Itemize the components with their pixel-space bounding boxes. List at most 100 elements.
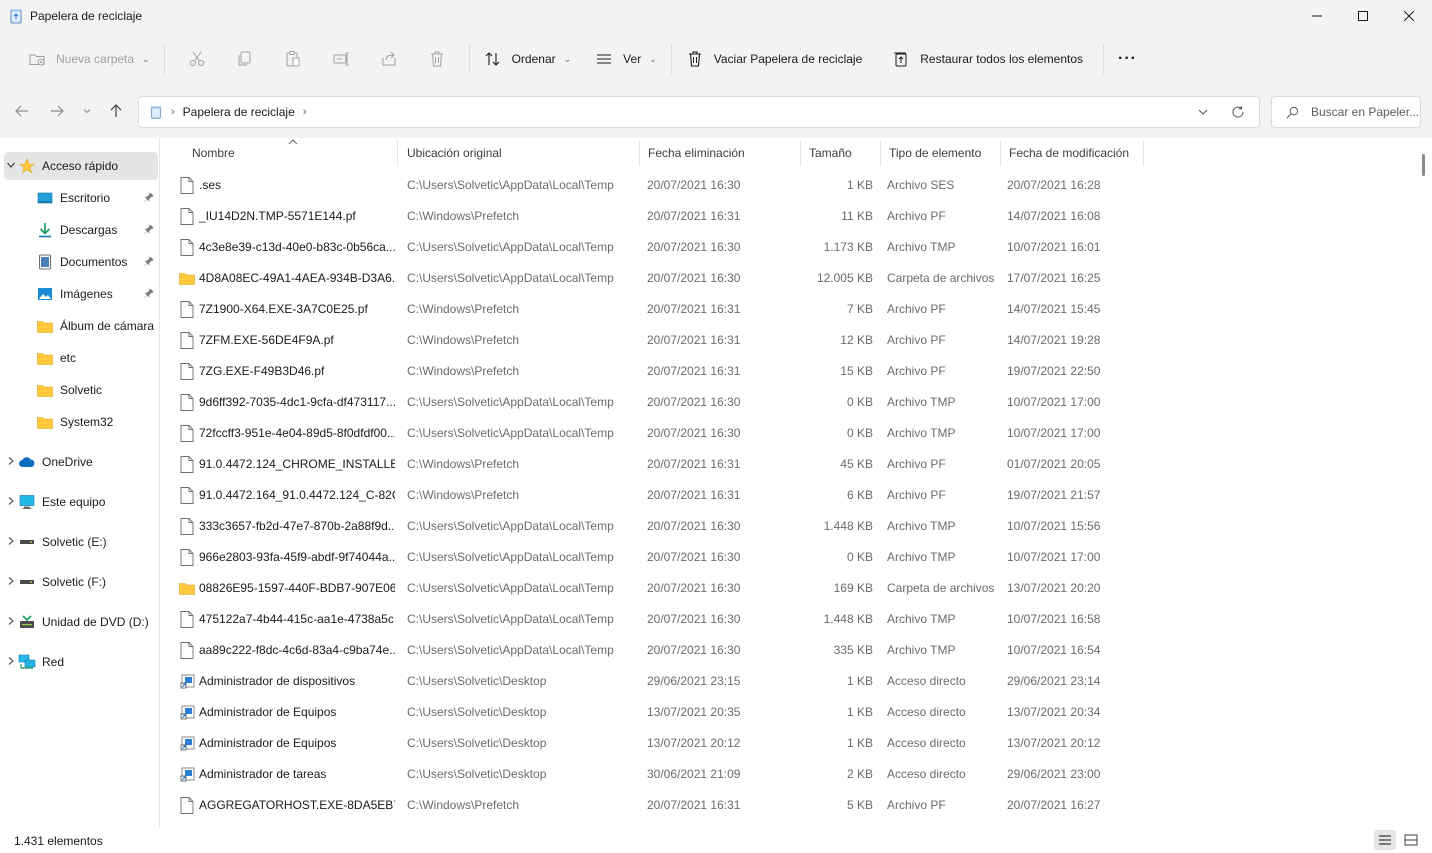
breadcrumb-recycle-bin[interactable]: Papelera de reciclaje: [183, 105, 295, 119]
more-options-button[interactable]: ···: [1112, 43, 1143, 75]
minimize-button[interactable]: [1294, 0, 1340, 32]
date-deleted: 20/07/2021 16:31: [647, 798, 741, 812]
new-folder-button[interactable]: Nueva carpeta ⌄: [22, 43, 156, 75]
back-button[interactable]: [11, 100, 33, 122]
chevron-right-icon[interactable]: [4, 456, 18, 469]
recycle-bin-icon: [10, 9, 22, 24]
sidebar-item-solvetic[interactable]: Solvetic: [4, 376, 158, 404]
document-icon: [36, 254, 54, 270]
scrollbar-thumb[interactable]: [1422, 154, 1425, 176]
empty-recycle-bin-button[interactable]: Vaciar Papelera de reciclaje: [680, 43, 869, 75]
original-location: C:\Windows\Prefetch: [407, 364, 520, 378]
delete-button[interactable]: [413, 43, 461, 75]
search-input[interactable]: Buscar en Papeler...: [1271, 96, 1421, 128]
table-row[interactable]: 91.0.4472.164_91.0.4472.124_C-82C... C:\W…: [160, 480, 1160, 511]
table-row[interactable]: aa89c222-f8dc-4c6d-83a4-c9ba74e... C:\Use…: [160, 635, 1160, 666]
table-row[interactable]: 7ZFM.EXE-56DE4F9A.pf C:\Windows\Prefetch 2…: [160, 325, 1160, 356]
sort-button[interactable]: Ordenar ⌄: [478, 43, 578, 75]
sidebar-item-desktop[interactable]: Escritorio: [4, 184, 158, 212]
breadcrumb-chevron-icon[interactable]: ›: [303, 106, 307, 118]
chevron-down-icon: [83, 109, 91, 114]
column-header-date-modified[interactable]: Fecha de modificación: [1001, 140, 1144, 166]
sidebar-item-system32[interactable]: System32: [4, 408, 158, 436]
share-button[interactable]: [365, 43, 413, 75]
chevron-right-icon[interactable]: [4, 536, 18, 549]
address-bar[interactable]: › Papelera de reciclaje ›: [138, 96, 1260, 128]
table-row[interactable]: .ses C:\Users\Solvetic\AppData\Local\Temp…: [160, 170, 1160, 201]
sidebar-item-documents[interactable]: Documentos: [4, 248, 158, 276]
table-row[interactable]: 91.0.4472.124_CHROME_INSTALLE-... C:\Wind…: [160, 449, 1160, 480]
refresh-button[interactable]: [1231, 105, 1245, 122]
arrow-right-icon: [51, 105, 64, 117]
tiles-view-icon: [1404, 834, 1418, 846]
table-row[interactable]: _IU14D2N.TMP-5571E144.pf C:\Windows\Prefe…: [160, 201, 1160, 232]
sidebar-item-this-pc[interactable]: Este equipo: [4, 488, 158, 516]
table-row[interactable]: 7Z1900-X64.EXE-3A7C0E25.pf C:\Windows\Pre…: [160, 294, 1160, 325]
date-modified: 14/07/2021 19:28: [1007, 333, 1101, 347]
column-header-label: Tamaño: [809, 146, 852, 160]
item-type: Archivo TMP: [887, 643, 956, 657]
sidebar-item-onedrive[interactable]: OneDrive: [4, 448, 158, 476]
forward-button[interactable]: [46, 100, 68, 122]
chevron-down-icon[interactable]: [4, 160, 18, 173]
table-row[interactable]: Administrador de dispositivos C:\Users\So…: [160, 666, 1160, 697]
date-modified: 10/07/2021 17:00: [1007, 426, 1101, 440]
chevron-right-icon[interactable]: [4, 656, 18, 669]
sidebar-item-downloads[interactable]: Descargas: [4, 216, 158, 244]
restore-all-button[interactable]: Restaurar todos los elementos: [886, 43, 1089, 75]
star-icon: [18, 158, 36, 174]
address-dropdown-button[interactable]: [1197, 106, 1209, 121]
recent-locations-button[interactable]: [77, 100, 97, 122]
copy-button[interactable]: [221, 43, 269, 75]
sidebar-item-drive-f[interactable]: Solvetic (F:): [4, 568, 158, 596]
table-row[interactable]: 4c3e8e39-c13d-40e0-b83c-0b56ca... C:\User…: [160, 232, 1160, 263]
table-row[interactable]: 9d6ff392-7035-4dc1-9cfa-df473117... C:\Us…: [160, 387, 1160, 418]
table-row[interactable]: 333c3657-fb2d-47e7-870b-2a88f9d... C:\Use…: [160, 511, 1160, 542]
cut-button[interactable]: [173, 43, 221, 75]
item-type: Acceso directo: [887, 767, 966, 781]
table-row[interactable]: 08826E95-1597-440F-BDB7-907E06... C:\User…: [160, 573, 1160, 604]
toolbar-separator: [670, 44, 672, 74]
sidebar-item-dvd-drive[interactable]: Unidad de DVD (D:): [4, 608, 158, 636]
chevron-right-icon[interactable]: [4, 576, 18, 589]
sidebar-item-camera-roll[interactable]: Álbum de cámara: [4, 312, 158, 340]
maximize-button[interactable]: [1340, 0, 1386, 32]
table-row[interactable]: Administrador de Equipos C:\Users\Solveti…: [160, 728, 1160, 759]
up-button[interactable]: [105, 100, 127, 122]
table-row[interactable]: Administrador de Equipos C:\Users\Solveti…: [160, 697, 1160, 728]
tiles-view-button[interactable]: [1400, 830, 1422, 850]
table-row[interactable]: AGGREGATORHOST.EXE-8DA5EB72... C:\Windows…: [160, 790, 1160, 821]
column-header-item-type[interactable]: Tipo de elemento: [881, 140, 1001, 166]
table-row[interactable]: 4D8A08EC-49A1-4AEA-934B-D3A6... C:\Users\…: [160, 263, 1160, 294]
table-row[interactable]: 966e2803-93fa-45f9-abdf-9f74044a... C:\Us…: [160, 542, 1160, 573]
column-header-original-location[interactable]: Ubicación original: [399, 140, 640, 166]
table-row[interactable]: 475122a7-4b44-415c-aa1e-4738a5c... C:\Use…: [160, 604, 1160, 635]
sidebar-item-network[interactable]: Red: [4, 648, 158, 676]
table-row[interactable]: 7ZG.EXE-F49B3D46.pf C:\Windows\Prefetch 20…: [160, 356, 1160, 387]
column-header-date-deleted[interactable]: Fecha eliminación: [640, 140, 801, 166]
details-view-button[interactable]: [1374, 830, 1396, 850]
table-row[interactable]: Administrador de tareas C:\Users\Solvetic…: [160, 759, 1160, 790]
sidebar-item-pictures[interactable]: Imágenes: [4, 280, 158, 308]
arrow-left-icon: [15, 105, 28, 117]
paste-icon: [286, 51, 300, 67]
date-deleted: 20/07/2021 16:30: [647, 643, 741, 657]
computer-icon: [18, 494, 36, 510]
toolbar-separator: [1103, 44, 1105, 74]
view-button[interactable]: Ver ⌄: [589, 43, 663, 75]
sidebar-item-drive-e[interactable]: Solvetic (E:): [4, 528, 158, 556]
chevron-right-icon[interactable]: [4, 616, 18, 629]
chevron-right-icon[interactable]: [4, 496, 18, 509]
file-name: 08826E95-1597-440F-BDB7-907E06...: [199, 581, 395, 595]
date-modified: 29/06/2021 23:00: [1007, 767, 1101, 781]
rename-button[interactable]: [317, 43, 365, 75]
table-row[interactable]: 72fccff3-951e-4e04-89d5-8f0dfdf00... C:\U…: [160, 418, 1160, 449]
column-header-name[interactable]: Nombre: [184, 139, 398, 166]
vertical-scrollbar[interactable]: [1416, 138, 1432, 828]
file-name: 333c3657-fb2d-47e7-870b-2a88f9d...: [199, 519, 395, 533]
column-header-size[interactable]: Tamaño: [801, 140, 881, 166]
sidebar-item-quick-access[interactable]: Acceso rápido: [4, 152, 158, 180]
paste-button[interactable]: [269, 43, 317, 75]
close-button[interactable]: [1386, 0, 1432, 32]
sidebar-item-etc[interactable]: etc: [4, 344, 158, 372]
